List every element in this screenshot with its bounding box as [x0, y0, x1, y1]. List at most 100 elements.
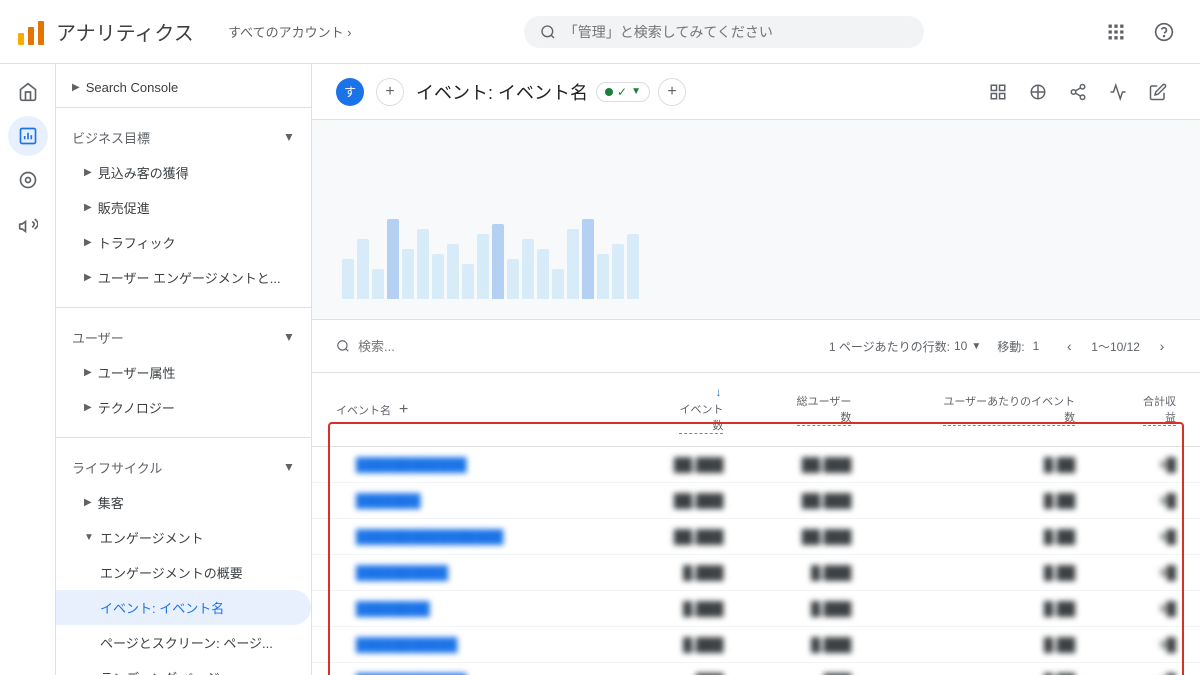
edit-icon	[1149, 83, 1167, 101]
event-name-col-header[interactable]: イベント名 +	[312, 373, 626, 447]
technology-item[interactable]: ▶ テクノロジー	[56, 390, 311, 425]
home-icon	[18, 82, 38, 102]
engagement-lc-item[interactable]: ▼ エンゲージメント	[56, 520, 311, 555]
share-icon	[1069, 83, 1087, 101]
table-search-input[interactable]	[358, 339, 534, 354]
business-goals-header[interactable]: ビジネス目標 ▲	[56, 120, 311, 155]
main-content: す + イベント: イベント名 ✓ ▼ +	[312, 64, 1200, 675]
engagement-goal-arrow-icon: ▶	[84, 272, 92, 283]
search-bar	[364, 16, 1084, 48]
events-per-user-cell: █.██	[875, 591, 1099, 627]
event-name-cell: ████████	[312, 591, 626, 627]
table-row[interactable]: ███████████ █,███ █,███ █.██ ¥█	[312, 627, 1200, 663]
user-attributes-item[interactable]: ▶ ユーザー属性	[56, 355, 311, 390]
add-column-button[interactable]: +	[395, 401, 412, 419]
add-tab-icon: +	[385, 83, 394, 101]
icon-sidebar	[0, 64, 56, 675]
table-row[interactable]: ██████████ █,███ █,███ █.██ ¥█	[312, 555, 1200, 591]
users-cell: ██,███	[747, 483, 875, 519]
event-name-nav-item[interactable]: イベント: イベント名	[56, 590, 311, 625]
users-cell: ██,███	[747, 519, 875, 555]
table-search	[336, 339, 813, 354]
event-count-cell: █,███	[626, 627, 748, 663]
customize-icon	[989, 83, 1007, 101]
engagement-overview-label: エンゲージメントの概要	[100, 563, 243, 582]
next-page-icon: ›	[1160, 338, 1165, 354]
acquisition-item[interactable]: ▶ 見込み客の獲得	[56, 155, 311, 190]
users-cell: █,███	[747, 591, 875, 627]
table-row[interactable]: ████████████████ ██,███ ██,███ █.██ ¥█	[312, 519, 1200, 555]
app-title: アナリティクス	[56, 17, 194, 46]
prev-page-button[interactable]: ‹	[1055, 332, 1083, 360]
add-comparison-button[interactable]: +	[658, 78, 686, 106]
table-row[interactable]: ████████████ ██,███ ██,███ █.██ ¥█	[312, 447, 1200, 483]
pagination-controls: 1 ページあたりの行数: 10 ▼ 移動: 1 ‹	[829, 332, 1176, 360]
insights-icon	[1109, 83, 1127, 101]
table-body: ████████████ ██,███ ██,███ █.██ ¥█ █████…	[312, 447, 1200, 675]
event-count-cell: █,███	[626, 591, 748, 627]
per-page-select: 1 ページあたりの行数: 10 ▼	[829, 338, 981, 355]
lifecycle-section-header[interactable]: ライフサイクル ▲	[56, 450, 311, 485]
events-per-user-col-header[interactable]: ユーザーあたりのイベント数	[875, 373, 1099, 447]
divider-2	[56, 307, 311, 308]
grid-icon-button[interactable]	[1096, 12, 1136, 52]
event-count-col-label: イベント数	[679, 401, 723, 434]
engagement-goal-label: ユーザー エンゲージメントと...	[98, 268, 281, 287]
sales-item[interactable]: ▶ 販売促進	[56, 190, 311, 225]
landing-page-item[interactable]: ランディング ページ	[56, 660, 311, 675]
table-search-icon	[336, 339, 350, 353]
event-count-col-header[interactable]: ↓ イベント数	[626, 373, 748, 447]
search-icon	[540, 24, 556, 40]
engagement-lc-label: エンゲージメント	[100, 528, 204, 547]
insights-button[interactable]	[1100, 74, 1136, 110]
share-button[interactable]	[1060, 74, 1096, 110]
user-attributes-label: ユーザー属性	[98, 363, 176, 382]
edit-button[interactable]	[1140, 74, 1176, 110]
traffic-arrow-icon: ▶	[84, 237, 92, 248]
add-tab-button[interactable]: +	[376, 78, 404, 106]
traffic-item[interactable]: ▶ トラフィック	[56, 225, 311, 260]
table-row[interactable]: ████████████ ███ ███ █.██ ¥█	[312, 663, 1200, 675]
engagement-goal-item[interactable]: ▶ ユーザー エンゲージメントと...	[56, 260, 311, 295]
user-section-header[interactable]: ユーザー ▲	[56, 320, 311, 355]
customize-report-button[interactable]	[980, 74, 1016, 110]
page-screen-item[interactable]: ページとスクリーン: ページ...	[56, 625, 311, 660]
advertising-icon	[18, 214, 38, 234]
page-screen-label: ページとスクリーン: ページ...	[100, 633, 273, 652]
search-input[interactable]	[564, 24, 864, 40]
users-cell: ███	[747, 663, 875, 675]
users-cell: ██,███	[747, 447, 875, 483]
lifecycle-section-label: ライフサイクル	[72, 458, 162, 477]
table-header-row: イベント名 + ↓ イベント数	[312, 373, 1200, 447]
content-header: す + イベント: イベント名 ✓ ▼ +	[312, 64, 1200, 120]
next-page-button[interactable]: ›	[1148, 332, 1176, 360]
home-nav-button[interactable]	[8, 72, 48, 112]
revenue-cell: ¥█	[1099, 555, 1200, 591]
users-col-header[interactable]: 総ユーザー数	[747, 373, 875, 447]
event-count-cell: ██,███	[626, 519, 748, 555]
help-icon-button[interactable]	[1144, 12, 1184, 52]
top-nav: アナリティクス すべてのアカウント ›	[0, 0, 1200, 64]
engagement-overview-item[interactable]: エンゲージメントの概要	[56, 555, 311, 590]
compare-button[interactable]	[1020, 74, 1056, 110]
users-cell: █,███	[747, 627, 875, 663]
table-row[interactable]: ███████ ██,███ ██,███ █.██ ¥█	[312, 483, 1200, 519]
table-row[interactable]: ████████ █,███ █,███ █.██ ¥█	[312, 591, 1200, 627]
reports-nav-button[interactable]	[8, 116, 48, 156]
acquisition-lc-label: 集客	[98, 493, 124, 512]
events-per-user-cell: █.██	[875, 663, 1099, 675]
table-controls: 1 ページあたりの行数: 10 ▼ 移動: 1 ‹	[312, 320, 1200, 373]
event-count-cell: █,███	[626, 555, 748, 591]
advertising-nav-button[interactable]	[8, 204, 48, 244]
page-nav: ‹ 1〜10/12 ›	[1055, 332, 1176, 360]
acquisition-label: 見込み客の獲得	[98, 163, 189, 182]
explore-nav-button[interactable]	[8, 160, 48, 200]
revenue-col-header[interactable]: 合計収益	[1099, 373, 1200, 447]
status-badge[interactable]: ✓ ▼	[596, 82, 650, 102]
breadcrumb-text[interactable]: すべてのアカウント ›	[228, 22, 352, 41]
acquisition-lc-item[interactable]: ▶ 集客	[56, 485, 311, 520]
search-console-row[interactable]: ▶ Search Console	[56, 72, 311, 103]
revenue-cell: ¥█	[1099, 591, 1200, 627]
per-page-dropdown[interactable]: 10 ▼	[954, 339, 981, 353]
analytics-logo-icon	[16, 17, 46, 47]
